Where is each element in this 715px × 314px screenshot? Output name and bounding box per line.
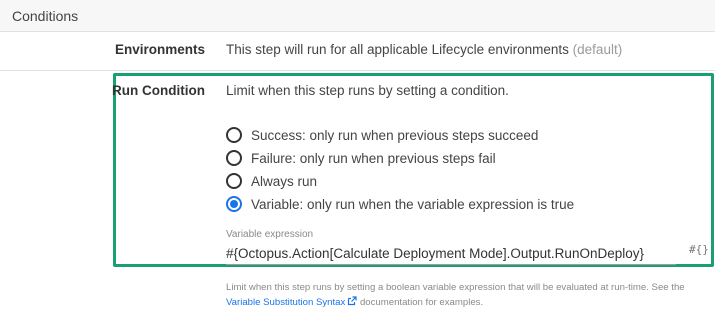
external-link-icon[interactable] (347, 296, 357, 306)
radio-button-selected[interactable] (226, 196, 242, 212)
section-header: Conditions (0, 0, 715, 32)
radio-button[interactable] (226, 173, 242, 189)
radio-button[interactable] (226, 150, 242, 166)
run-condition-description: Limit when this step runs by setting a c… (226, 83, 509, 98)
variable-expression-help: Limit when this step runs by setting a b… (226, 280, 706, 310)
run-condition-label: Run Condition (112, 83, 205, 98)
environments-label: Environments (114, 42, 205, 57)
radio-option-label: Failure: only run when previous steps fa… (251, 150, 496, 166)
environments-default-tag: (default) (572, 42, 623, 57)
variable-expression-caption: Variable expression (226, 229, 314, 240)
variable-substitution-link[interactable]: Variable Substitution Syntax (226, 296, 357, 308)
environments-summary: This step will run for all applicable Li… (226, 42, 569, 57)
variable-expression-input[interactable] (226, 241, 676, 265)
radio-option-label: Always run (251, 173, 318, 189)
environments-value: This step will run for all applicable Li… (226, 42, 622, 57)
section-divider (0, 70, 715, 71)
help-link-text[interactable]: Variable Substitution Syntax (226, 297, 345, 308)
help-text-outro: documentation for examples. (359, 297, 484, 308)
radio-button[interactable] (226, 127, 242, 143)
radio-option-label: Success: only run when previous steps su… (251, 127, 539, 143)
insert-variable-icon[interactable]: #{} (689, 243, 709, 256)
radio-option-label: Variable: only run when the variable exp… (251, 196, 575, 212)
run-condition-highlight (113, 73, 714, 267)
help-text-intro: Limit when this step runs by setting a b… (226, 282, 685, 293)
radio-option-variable[interactable]: Variable: only run when the variable exp… (226, 194, 574, 214)
radio-option-always[interactable]: Always run (226, 171, 317, 191)
section-title: Conditions (12, 8, 79, 24)
radio-option-failure[interactable]: Failure: only run when previous steps fa… (226, 148, 496, 168)
radio-option-success[interactable]: Success: only run when previous steps su… (226, 125, 538, 145)
